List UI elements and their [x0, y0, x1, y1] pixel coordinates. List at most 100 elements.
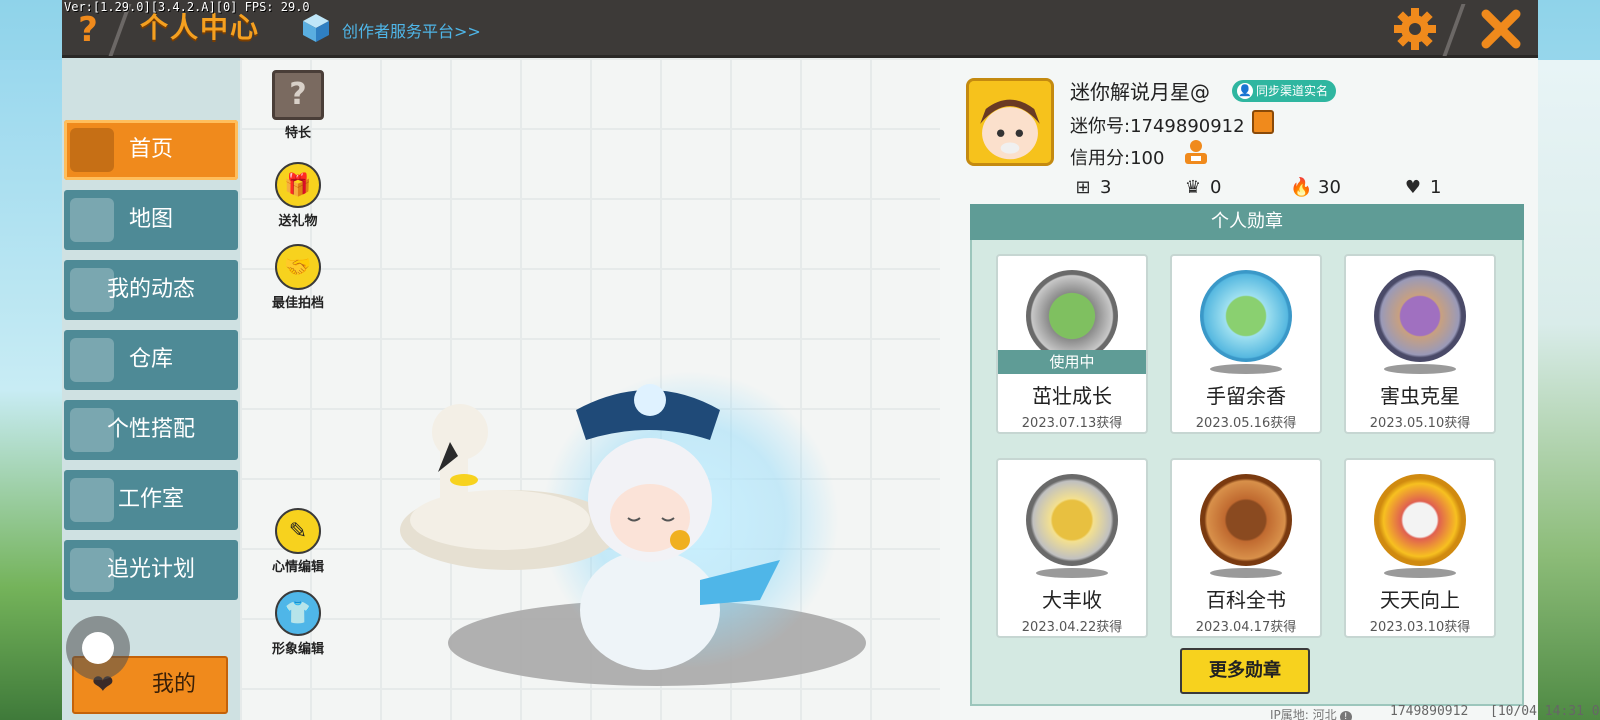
medal-card[interactable]: 天天向上 2023.03.10获得	[1344, 458, 1496, 638]
sidebar-item-feed[interactable]: 我的动态	[64, 260, 238, 320]
in-use-badge: 使用中	[998, 350, 1146, 374]
medal-name: 手留余香	[1206, 384, 1286, 408]
send-gift-button[interactable]: 🎁 送礼物	[258, 162, 338, 229]
avatar-portrait-icon	[969, 81, 1051, 163]
floating-assist-dot[interactable]	[82, 632, 114, 664]
credit-person-icon[interactable]	[1182, 138, 1210, 166]
sidebar-item-label: 地图	[128, 207, 173, 232]
medal-base	[1210, 568, 1282, 578]
sidebar-item-label: 追光计划	[106, 557, 195, 582]
fragrance-medal-icon	[1200, 270, 1292, 362]
creator-platform-link[interactable]: 创作者服务平台>>	[342, 18, 481, 42]
info-icon[interactable]: !	[1339, 711, 1352, 720]
medal-date: 2023.05.16获得	[1195, 416, 1297, 431]
stat-value: 1	[1430, 177, 1442, 198]
pest-medal-icon	[1374, 270, 1466, 362]
username: 迷你解说月星@	[1070, 80, 1210, 104]
gift-icon: 🎁	[275, 162, 321, 208]
medal-header: 个人勋章	[970, 204, 1524, 240]
stat-value: 3	[1100, 177, 1112, 198]
medal-card[interactable]: 大丰收 2023.04.22获得	[996, 458, 1148, 638]
medal-date: 2023.04.22获得	[1021, 620, 1123, 635]
sidebar-item-label: 仓库	[128, 347, 173, 372]
flame-icon: 🔥	[1290, 177, 1313, 198]
stat-value: 30	[1318, 177, 1341, 198]
medal-name: 茁壮成长	[1032, 384, 1112, 408]
sidebar-item-studio[interactable]: 工作室	[64, 470, 238, 530]
best-partner-button[interactable]: 🤝 最佳拍档	[258, 244, 338, 311]
sidebar-item-label: 我的动态	[106, 277, 195, 302]
avatar-edit-button[interactable]: 👕 形象编辑	[258, 590, 338, 657]
medal-name: 天天向上	[1380, 588, 1460, 612]
medal-name: 害虫克星	[1380, 384, 1460, 408]
stat-popularity: 🔥 30	[1290, 176, 1341, 200]
avatar[interactable]	[966, 78, 1054, 166]
handshake-icon: 🤝	[275, 244, 321, 290]
send-gift-label: 送礼物	[278, 214, 318, 229]
medal-card[interactable]: 百科全书 2023.04.17获得	[1170, 458, 1322, 638]
user-verify-icon: 👤	[1237, 83, 1253, 99]
background-right-strip	[1538, 60, 1600, 720]
sidebar-item-outfit[interactable]: 个性搭配	[64, 400, 238, 460]
best-partner-label: 最佳拍档	[271, 296, 324, 311]
sprout-medal-icon	[1026, 270, 1118, 362]
footer-user-id: 1749890912	[1390, 704, 1469, 719]
sidebar-item-label: 首页	[128, 137, 173, 162]
medal-date: 2023.07.13获得	[1021, 416, 1123, 431]
help-button[interactable]: ?	[70, 10, 106, 50]
map-icon	[70, 198, 114, 242]
stat-posts: ⊞ 3	[1072, 176, 1111, 200]
plus-box-icon: ⊞	[1075, 177, 1091, 198]
creator-cube-icon[interactable]	[300, 12, 332, 44]
verify-badge-label: 同步渠道实名	[1256, 84, 1329, 98]
stat-value: 0	[1210, 177, 1222, 198]
trophy-person-icon: ♛	[1184, 177, 1202, 198]
outfit-icon: 👕	[275, 590, 321, 636]
medal-date: 2023.05.10获得	[1369, 416, 1471, 431]
medal-card[interactable]: 害虫克星 2023.05.10获得	[1344, 254, 1496, 434]
medal-base	[1210, 364, 1282, 374]
verify-badge[interactable]: 👤 同步渠道实名	[1232, 80, 1337, 102]
gear-icon[interactable]	[1390, 4, 1440, 54]
encyclopedia-medal-icon	[1200, 474, 1292, 566]
medal-date: 2023.04.17获得	[1195, 620, 1297, 635]
credit-score: 信用分:100	[1070, 148, 1165, 169]
question-box-icon: ?	[272, 70, 324, 120]
mood-edit-button[interactable]: ✎ 心情编辑	[258, 508, 338, 575]
ip-location: IP属地: 河北!	[1270, 706, 1352, 720]
character-avatar-figure[interactable]	[400, 360, 800, 680]
medal-name: 大丰收	[1042, 588, 1102, 612]
medal-date: 2023.03.10获得	[1369, 620, 1471, 635]
more-medals-button[interactable]: 更多勋章	[1180, 648, 1310, 694]
medal-base	[1384, 364, 1456, 374]
sidebar-item-light-plan[interactable]: 追光计划	[64, 540, 238, 600]
house-icon	[70, 338, 114, 382]
copy-icon[interactable]	[1252, 110, 1274, 134]
debug-version-text: Ver:[1.29.0][3.4.2.A][0] FPS: 29.0	[64, 0, 310, 14]
avatar-edit-label: 形象编辑	[271, 642, 324, 657]
sidebar-item-map[interactable]: 地图	[64, 190, 238, 250]
progress-medal-icon	[1374, 474, 1466, 566]
stat-likes: ♥ 1	[1402, 176, 1442, 200]
ip-location-text: IP属地: 河北	[1270, 708, 1337, 720]
background-left-strip	[0, 60, 62, 720]
specialty-label: 特长	[284, 126, 311, 141]
sidebar-item-label: 个性搭配	[106, 417, 195, 442]
sidebar-item-warehouse[interactable]: 仓库	[64, 330, 238, 390]
mood-edit-label: 心情编辑	[271, 560, 324, 575]
footer-timestamp: [10/04 14:31 0	[1490, 704, 1600, 719]
close-icon[interactable]	[1476, 4, 1526, 54]
specialty-button[interactable]: ? 特长	[258, 70, 338, 141]
medal-card[interactable]: 使用中 茁壮成长 2023.07.13获得	[996, 254, 1148, 434]
medal-name: 百科全书	[1206, 588, 1286, 612]
tree-icon	[70, 478, 114, 522]
mini-id: 迷你号:1749890912	[1070, 116, 1245, 137]
medal-base	[1384, 568, 1456, 578]
stat-followers: ♛ 0	[1182, 176, 1222, 200]
sidebar-item-label: 工作室	[117, 487, 184, 512]
medal-base	[1036, 568, 1108, 578]
medal-card[interactable]: 手留余香 2023.05.16获得	[1170, 254, 1322, 434]
sidebar-item-home[interactable]: 首页	[64, 120, 238, 180]
hearts-icon: ♥	[1404, 177, 1422, 198]
edit-icon: ✎	[275, 508, 321, 554]
